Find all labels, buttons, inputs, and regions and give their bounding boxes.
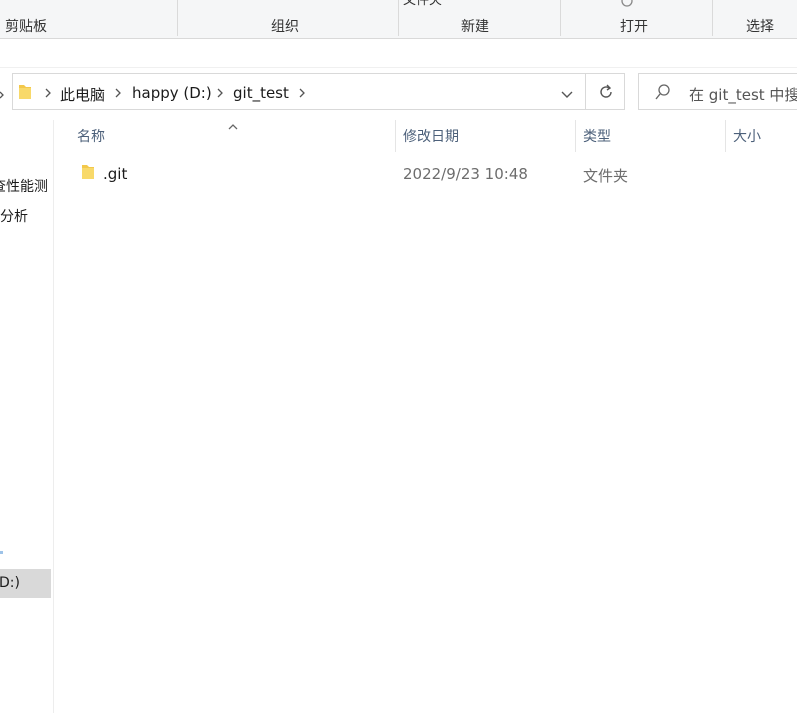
ribbon-group-organize[interactable]: 组织 — [271, 16, 299, 36]
toolbar-divider — [0, 67, 797, 68]
ribbon-separator — [712, 0, 713, 36]
column-header-date[interactable]: 修改日期 — [403, 126, 459, 146]
column-header-name[interactable]: 名称 — [77, 126, 105, 146]
table-row[interactable]: .git 2022/9/23 10:48 文件夹 — [70, 158, 797, 188]
ribbon-partial-text: 文件夹 — [403, 0, 443, 8]
column-header-type[interactable]: 类型 — [583, 126, 611, 146]
ribbon-group-clipboard[interactable]: 剪贴板 — [5, 16, 47, 36]
file-name[interactable]: .git — [103, 165, 127, 183]
chevron-right-icon[interactable] — [0, 86, 6, 99]
folder-icon — [17, 83, 33, 101]
chevron-right-icon[interactable] — [296, 85, 308, 99]
column-divider[interactable] — [575, 120, 576, 152]
nav-item-performance[interactable]: 查性能测 — [0, 176, 48, 196]
chevron-right-icon[interactable] — [112, 85, 124, 99]
chevron-down-icon[interactable] — [560, 86, 574, 98]
nav-item-drive[interactable]: D:) — [0, 575, 20, 591]
ribbon-group-new[interactable]: 新建 — [461, 16, 489, 36]
breadcrumb-drive[interactable]: happy (D:) — [132, 84, 212, 102]
folder-icon — [80, 163, 96, 181]
nav-scroll-dot — [0, 551, 3, 554]
search-box[interactable]: 在 git_test 中搜 — [638, 73, 797, 110]
ribbon-group-select[interactable]: 选择 — [746, 16, 774, 36]
ribbon-separator — [560, 0, 561, 36]
column-divider[interactable] — [725, 120, 726, 152]
file-modified-date: 2022/9/23 10:48 — [403, 165, 528, 183]
ribbon-group-open[interactable]: 打开 — [620, 16, 648, 36]
sort-ascending-icon — [226, 117, 240, 130]
ribbon-separator — [398, 0, 399, 36]
chevron-right-icon[interactable] — [214, 85, 226, 99]
ribbon-separator — [177, 0, 178, 36]
breadcrumb-this-pc[interactable]: 此电脑 — [60, 84, 105, 105]
search-icon — [654, 83, 672, 101]
nav-item-analysis[interactable]: 分析 — [0, 206, 28, 226]
file-type: 文件夹 — [583, 167, 629, 185]
nav-item-selected[interactable]: D:) — [0, 569, 51, 598]
breadcrumb-current-folder[interactable]: git_test — [233, 84, 289, 102]
column-divider[interactable] — [395, 120, 396, 152]
open-icon — [620, 0, 634, 7]
search-input[interactable]: 在 git_test 中搜 — [689, 84, 797, 105]
chevron-right-icon[interactable] — [42, 85, 54, 99]
refresh-icon — [597, 83, 615, 101]
column-header-size[interactable]: 大小 — [733, 126, 761, 146]
